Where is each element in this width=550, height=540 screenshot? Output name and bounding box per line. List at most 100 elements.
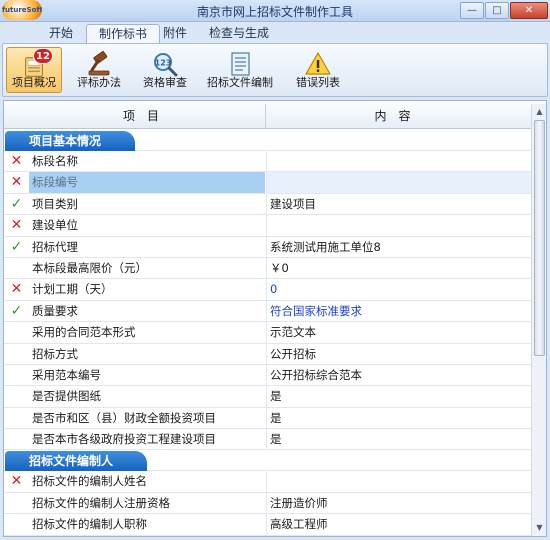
tab-start[interactable]: 开始 bbox=[37, 24, 85, 44]
row-item-label: 招标方式 bbox=[32, 346, 78, 361]
section-header[interactable]: 招标文件编制人 bbox=[4, 450, 531, 472]
table-row[interactable]: ✓ 质量要求 符合国家标准要求 bbox=[4, 300, 531, 323]
error-x-icon: ✕ bbox=[10, 281, 23, 298]
bid-document-compile-label: 招标文件编制 bbox=[207, 76, 273, 89]
row-value-field[interactable] bbox=[266, 172, 531, 193]
status-blank bbox=[4, 365, 29, 385]
check-icon: ✓ bbox=[10, 238, 23, 255]
row-item-label: 是否本市各级政府投资工程建设项目 bbox=[32, 432, 216, 447]
minimize-button[interactable]: — bbox=[460, 2, 484, 19]
section-title: 招标文件编制人 bbox=[5, 451, 148, 472]
error-list-button[interactable]: 错误列表 bbox=[287, 47, 349, 93]
row-item-label: 项目类别 bbox=[32, 196, 78, 211]
table-row[interactable]: ✕ 建设单位 bbox=[4, 215, 531, 237]
table-row[interactable]: ✕ 计划工期（天） 0 bbox=[4, 279, 531, 301]
status-blank bbox=[4, 386, 29, 406]
tab-bar: 开始 制作标书 附件 检查与生成 bbox=[0, 22, 550, 45]
evaluation-method-button[interactable]: 评标办法 bbox=[73, 47, 125, 93]
tab-attachment[interactable]: 附件 bbox=[151, 24, 199, 44]
error-count-badge: 12 bbox=[33, 48, 53, 64]
table-row[interactable]: ✕ 标段编号 bbox=[4, 172, 531, 194]
error-x-icon: ✕ bbox=[10, 217, 23, 234]
bid-document-compile-button[interactable]: 招标文件编制 bbox=[203, 47, 277, 93]
table-row[interactable]: 采用的合同范本形式 示范文本 bbox=[4, 322, 531, 344]
row-value-field[interactable]: 公开招标综合范本 bbox=[266, 364, 531, 386]
row-value-field[interactable]: 示范文本 bbox=[266, 322, 531, 343]
error-x-icon: ✕ bbox=[10, 174, 23, 191]
table-row[interactable]: 本标段最高限价（元） ￥0 bbox=[4, 257, 531, 280]
table-row[interactable]: 招标文件的编制人注册资格 注册造价师 bbox=[4, 492, 531, 515]
ribbon: 12 项目概况 评标办法 123 资格审查 招标文件编制 错误列表 bbox=[2, 43, 548, 97]
row-item-label: 招标文件的编制人注册资格 bbox=[32, 495, 170, 510]
project-overview-label: 项目概况 bbox=[12, 76, 56, 89]
row-item-label: 建设单位 bbox=[32, 218, 78, 233]
row-value-field[interactable]: ￥0 bbox=[266, 257, 531, 279]
vertical-scrollbar[interactable]: ▲ ▼ bbox=[531, 104, 546, 536]
table-row[interactable]: ✕ 招标文件的编制人姓名 bbox=[4, 471, 531, 493]
table-row[interactable]: 是否提供图纸 是 bbox=[4, 386, 531, 408]
row-value-field[interactable]: 高级工程师 bbox=[266, 514, 531, 535]
row-value-field[interactable]: 是 bbox=[266, 386, 531, 407]
row-item-label: 采用的合同范本形式 bbox=[32, 325, 136, 340]
table-row[interactable]: 是否市和区（县）财政全额投资项目 是 bbox=[4, 407, 531, 430]
row-item-label: 招标代理 bbox=[32, 239, 78, 254]
row-item-label: 标段编号 bbox=[29, 172, 265, 193]
error-x-icon: ✕ bbox=[10, 153, 23, 169]
row-value-field[interactable]: 系统测试用施工单位8 bbox=[266, 236, 531, 257]
row-item-label: 计划工期（天） bbox=[32, 282, 113, 297]
row-value-field[interactable]: 0 bbox=[266, 279, 531, 300]
row-item-label: 质量要求 bbox=[32, 303, 78, 318]
qualification-review-button[interactable]: 123 资格审查 bbox=[137, 47, 193, 93]
status-blank bbox=[4, 408, 29, 428]
table-row[interactable]: ✓ 招标代理 系统测试用施工单位8 bbox=[4, 236, 531, 258]
status-blank bbox=[4, 429, 29, 449]
check-icon: ✓ bbox=[10, 302, 23, 319]
close-button[interactable]: ✕ bbox=[510, 2, 548, 19]
row-value-field[interactable]: 是 bbox=[266, 407, 531, 429]
tab-make-bid[interactable]: 制作标书 bbox=[86, 24, 161, 45]
svg-text:123: 123 bbox=[155, 59, 172, 68]
row-item-label: 采用范本编号 bbox=[32, 367, 101, 382]
row-value-field[interactable] bbox=[266, 215, 531, 236]
table-row[interactable]: ✓ 项目类别 建设项目 bbox=[4, 193, 531, 216]
table-row[interactable]: 招标文件的编制人职称 高级工程师 bbox=[4, 514, 531, 536]
row-item-label: 本标段最高限价（元） bbox=[32, 260, 147, 275]
table-row[interactable]: 是否本市各级政府投资工程建设项目 是 bbox=[4, 429, 531, 451]
error-x-icon: ✕ bbox=[10, 473, 23, 490]
row-item-label: 是否提供图纸 bbox=[32, 389, 101, 404]
scroll-down-arrow-icon[interactable]: ▼ bbox=[533, 521, 546, 535]
status-blank bbox=[4, 514, 29, 534]
status-blank bbox=[4, 344, 29, 364]
row-value-field[interactable] bbox=[266, 471, 531, 492]
maximize-button[interactable]: □ bbox=[485, 2, 509, 19]
error-list-label: 错误列表 bbox=[296, 76, 340, 89]
title-bar: futureSoft 南京市网上招标文件制作工具 — □ ✕ bbox=[0, 0, 550, 22]
window-controls: — □ ✕ bbox=[460, 2, 548, 19]
evaluation-method-label: 评标办法 bbox=[77, 76, 121, 89]
section-title: 项目基本情况 bbox=[5, 131, 136, 151]
row-value-field[interactable]: 公开招标 bbox=[266, 343, 531, 364]
row-item-label: 是否市和区（县）财政全额投资项目 bbox=[32, 410, 216, 425]
project-overview-button[interactable]: 12 项目概况 bbox=[6, 47, 62, 93]
section-header[interactable]: 项目基本情况 bbox=[4, 130, 531, 151]
qualification-review-label: 资格审查 bbox=[143, 76, 187, 89]
scroll-up-arrow-icon[interactable]: ▲ bbox=[533, 105, 546, 119]
row-value-field[interactable]: 符合国家标准要求 bbox=[266, 300, 531, 322]
table-row[interactable]: 招标方式 公开招标 bbox=[4, 343, 531, 365]
table-row[interactable]: ✕ 标段名称 bbox=[4, 151, 531, 173]
grid-rows: 项目基本情况 ✕ 标段名称 ✕ 标段编号 ✓ 项目类别 建设项目 ✕ 建设单位 ✓ 招标代理 系统测试用… bbox=[4, 130, 531, 536]
row-value-field[interactable] bbox=[266, 151, 531, 172]
grid-header: 项目 内容 bbox=[4, 104, 531, 129]
status-blank bbox=[4, 322, 29, 342]
row-value-field[interactable]: 建设项目 bbox=[266, 193, 531, 215]
table-row[interactable]: 采用范本编号 公开招标综合范本 bbox=[4, 364, 531, 387]
row-value-field[interactable]: 是 bbox=[266, 429, 531, 450]
property-grid: 项目 内容 项目基本情况 ✕ 标段名称 ✕ 标段编号 ✓ 项目类别 建设项目 ✕ 建设单位 ✓ 招标代… bbox=[3, 100, 547, 537]
column-header-item: 项目 bbox=[122, 109, 171, 123]
row-item-label: 招标文件的编制人姓名 bbox=[32, 474, 147, 489]
row-item-label: 招标文件的编制人职称 bbox=[32, 517, 147, 532]
tab-check-generate[interactable]: 检查与生成 bbox=[197, 24, 281, 44]
status-blank bbox=[4, 258, 29, 278]
row-value-field[interactable]: 注册造价师 bbox=[266, 492, 531, 514]
scrollbar-thumb[interactable] bbox=[534, 120, 545, 356]
